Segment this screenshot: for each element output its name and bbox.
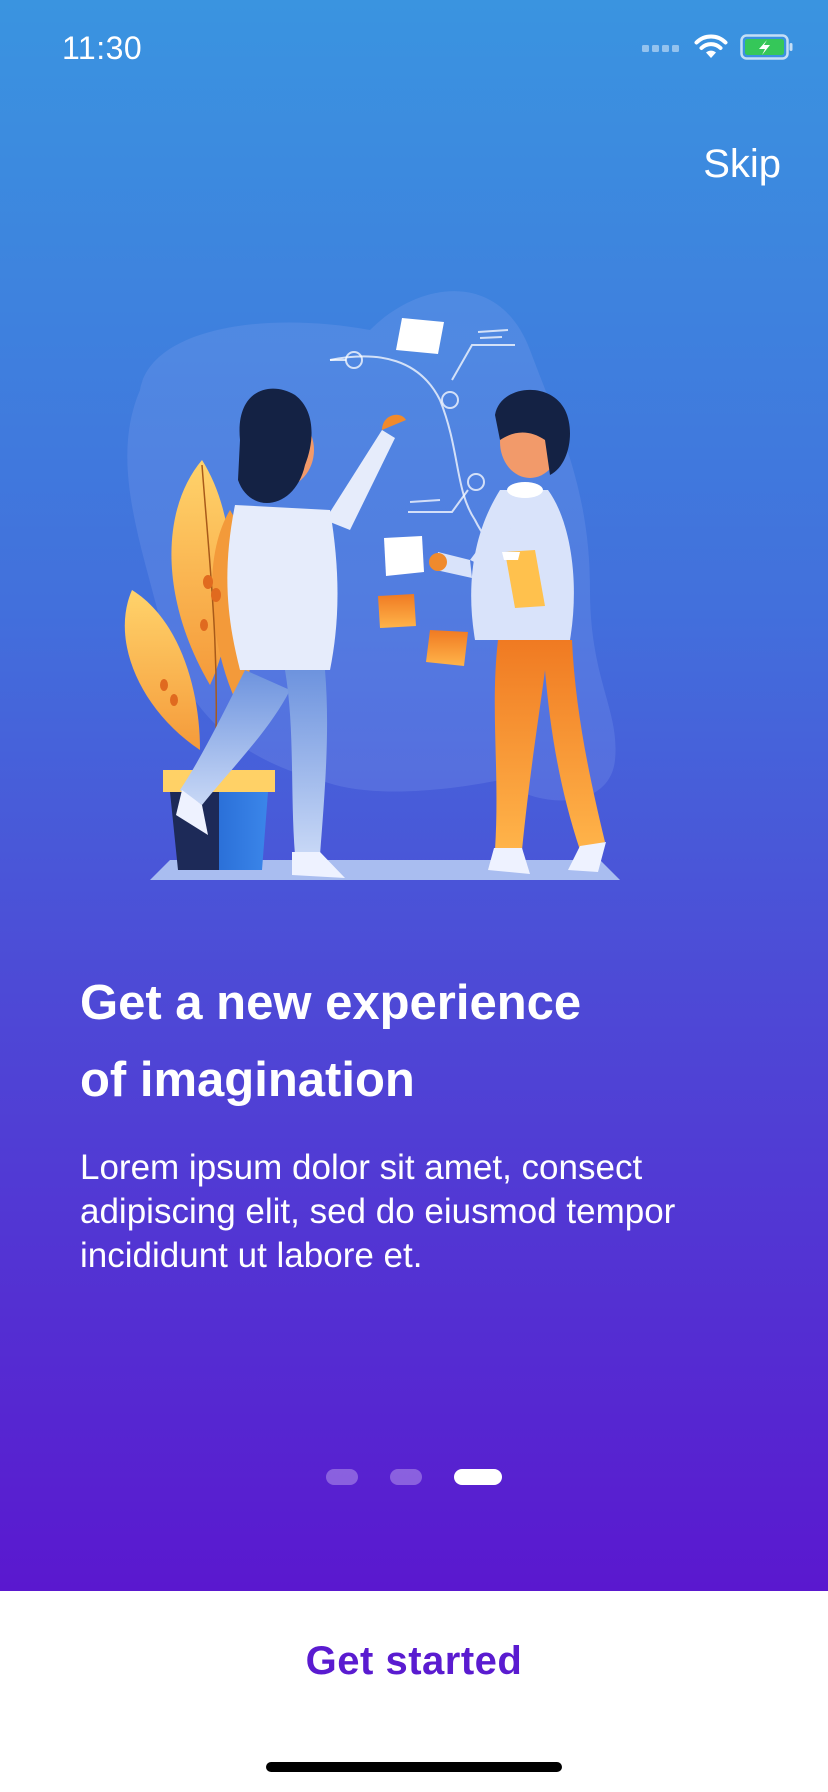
- two-people-brainstorming-illustration: [120, 290, 720, 900]
- hero-panel: 11:30 Skip Get a new experience of imagi…: [0, 0, 828, 1591]
- wifi-icon: [694, 34, 728, 65]
- page-dot-2[interactable]: [390, 1469, 422, 1485]
- onboarding-screen: 11:30 Skip Get a new experience of imagi…: [0, 0, 828, 1792]
- skip-button[interactable]: Skip: [703, 142, 781, 187]
- get-started-button[interactable]: Get started: [0, 1591, 828, 1731]
- status-time: 11:30: [62, 30, 143, 66]
- onboarding-headline: Get a new experience of imagination: [80, 965, 760, 1119]
- signal-icon: [642, 40, 682, 58]
- status-icons: [642, 33, 794, 65]
- home-indicator[interactable]: [266, 1762, 562, 1772]
- headline-line-2: of imagination: [80, 1053, 415, 1107]
- status-bar: 11:30: [0, 0, 828, 100]
- page-dot-3-active[interactable]: [454, 1469, 502, 1485]
- battery-charging-icon: [740, 33, 794, 65]
- page-dot-1[interactable]: [326, 1469, 358, 1485]
- onboarding-description: Lorem ipsum dolor sit amet, consect adip…: [80, 1148, 676, 1275]
- headline-line-1: Get a new experience: [80, 976, 582, 1030]
- page-indicator: [326, 1469, 506, 1487]
